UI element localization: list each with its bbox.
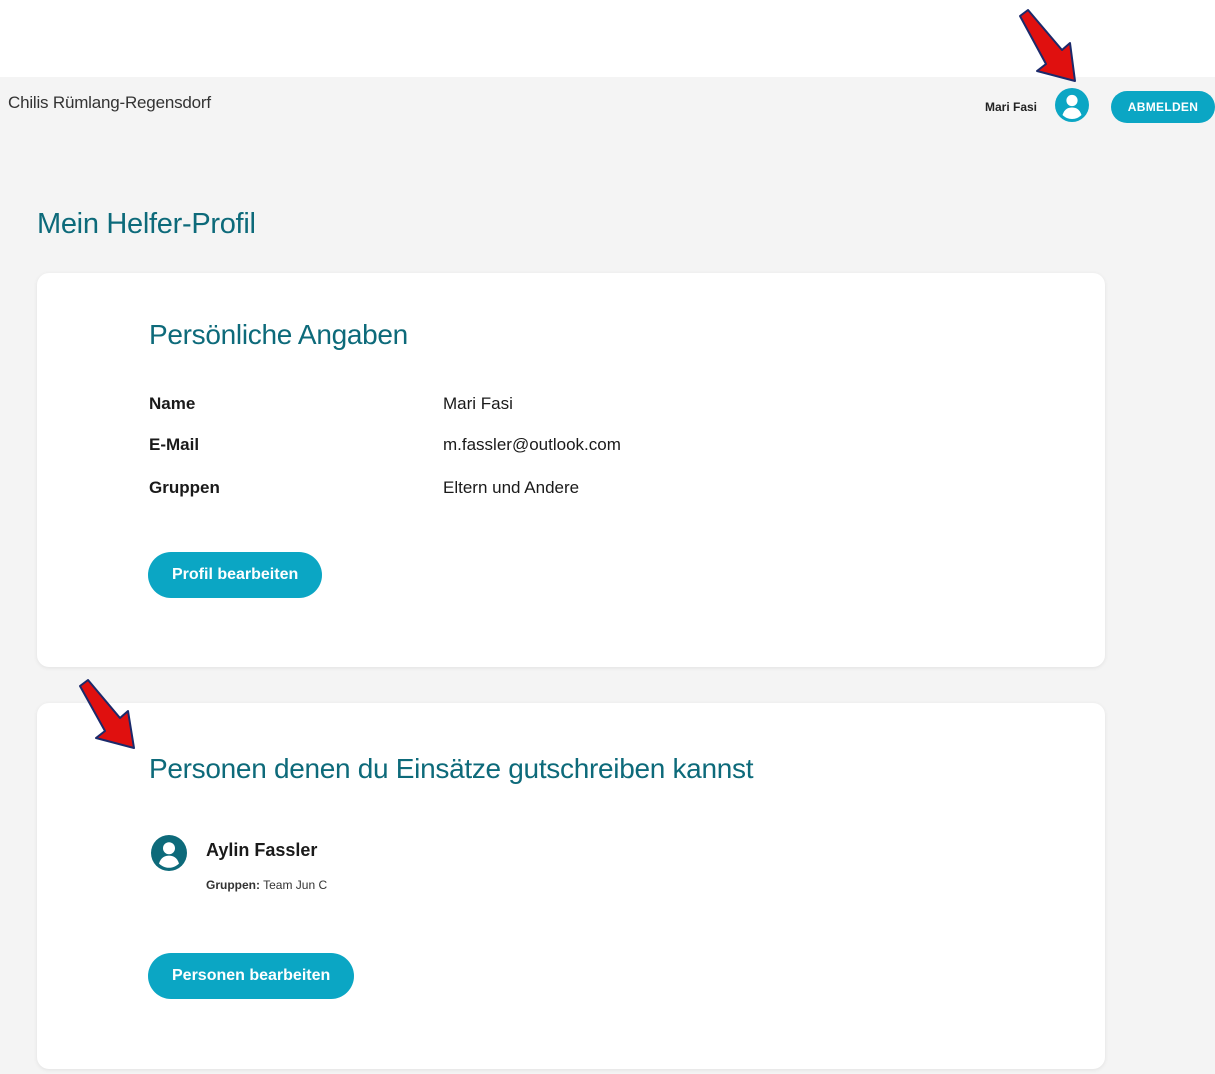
person-name: Aylin Fassler: [206, 840, 318, 860]
brand-name[interactable]: Chilis Rümlang-Regensdorf: [8, 93, 211, 113]
person-avatar-icon: [151, 835, 187, 871]
edit-profile-button[interactable]: Profil bearbeiten: [148, 552, 323, 598]
field-row-name: Name Mari Fasi: [149, 394, 849, 418]
field-value: Eltern und Andere: [443, 478, 580, 497]
logout-button[interactable]: ABMELDEN: [1111, 91, 1215, 123]
person-groups-value: Team Jun C: [263, 878, 328, 892]
user-avatar-icon[interactable]: [1055, 88, 1089, 122]
persons-card: Personen denen du Einsätze gutschreiben …: [37, 703, 1105, 1069]
header-user-name: Mari Fasi: [985, 100, 1038, 114]
field-label: Gruppen: [149, 478, 220, 497]
field-label: Name: [149, 394, 196, 413]
field-row-email: E-Mail m.fassler@outlook.com: [149, 435, 849, 459]
person-list-item: Aylin Fassler Gruppen: Team Jun C: [149, 833, 649, 893]
field-label: E-Mail: [149, 435, 200, 454]
personal-info-card: Persönliche Angaben Name Mari Fasi E-Mai…: [37, 273, 1105, 667]
field-value: m.fassler@outlook.com: [443, 435, 621, 454]
person-groups: Gruppen: Team Jun C: [206, 878, 327, 892]
edit-persons-button[interactable]: Personen bearbeiten: [148, 953, 355, 999]
top-bar: Chilis Rümlang-Regensdorf Mari Fasi ABME…: [0, 77, 1215, 137]
page-title: Mein Helfer-Profil: [37, 208, 256, 240]
field-row-groups: Gruppen Eltern und Andere: [149, 478, 849, 502]
person-groups-label: Gruppen:: [206, 878, 260, 892]
red-arrow-icon: [79, 679, 135, 749]
field-value: Mari Fasi: [443, 394, 513, 413]
persons-title: Personen denen du Einsätze gutschreiben …: [149, 753, 754, 784]
app-container: Chilis Rümlang-Regensdorf Mari Fasi ABME…: [0, 77, 1215, 1074]
red-arrow-icon: [1019, 9, 1076, 82]
personal-info-title: Persönliche Angaben: [149, 319, 408, 350]
